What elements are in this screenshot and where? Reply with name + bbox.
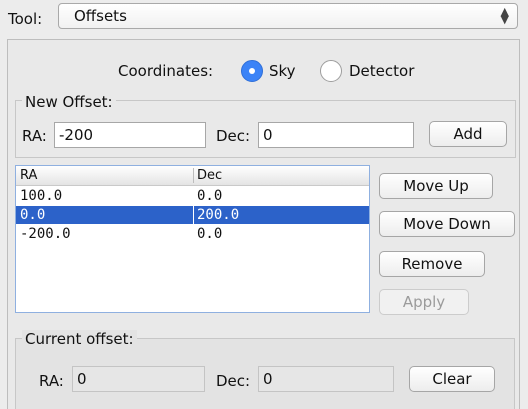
apply-button[interactable]: Apply bbox=[379, 289, 469, 315]
new-ra-label: RA: bbox=[22, 127, 47, 145]
tool-select-value: Offsets bbox=[74, 7, 127, 25]
current-ra-field: 0 bbox=[72, 366, 205, 392]
new-ra-input[interactable]: -200 bbox=[54, 122, 206, 148]
cell-separator bbox=[193, 206, 194, 224]
tool-select[interactable]: Offsets ▲ ▼ bbox=[58, 3, 518, 29]
column-header-dec[interactable]: Dec bbox=[197, 168, 222, 183]
move-up-button[interactable]: Move Up bbox=[379, 173, 493, 199]
table-header: RA Dec bbox=[16, 166, 369, 186]
current-offset-title: Current offset: bbox=[22, 330, 137, 348]
add-button[interactable]: Add bbox=[429, 121, 507, 147]
current-ra-label: RA: bbox=[39, 372, 64, 390]
radio-sky-label[interactable]: Sky bbox=[269, 62, 296, 80]
clear-button[interactable]: Clear bbox=[409, 366, 495, 392]
new-offset-title: New Offset: bbox=[22, 93, 116, 111]
column-separator[interactable] bbox=[193, 168, 194, 183]
current-dec-field: 0 bbox=[258, 366, 394, 392]
radio-detector-label[interactable]: Detector bbox=[349, 62, 414, 80]
column-header-ra[interactable]: RA bbox=[20, 168, 37, 183]
cell-dec: 200.0 bbox=[197, 207, 240, 223]
select-arrows-icon: ▲ ▼ bbox=[500, 5, 509, 26]
radio-sky[interactable] bbox=[241, 60, 263, 82]
new-dec-label: Dec: bbox=[216, 127, 251, 145]
cell-ra: 100.0 bbox=[20, 188, 63, 204]
cell-dec: 0.0 bbox=[197, 188, 223, 204]
table-row[interactable]: 100.0 0.0 bbox=[16, 187, 369, 205]
offsets-table[interactable]: RA Dec 100.0 0.0 0.0 200.0 -200.0 0.0 bbox=[15, 165, 370, 313]
table-row[interactable]: -200.0 0.0 bbox=[16, 225, 369, 243]
coordinates-label: Coordinates: bbox=[118, 62, 214, 80]
tool-label: Tool: bbox=[8, 10, 43, 28]
remove-button[interactable]: Remove bbox=[379, 251, 485, 277]
radio-detector[interactable] bbox=[320, 60, 342, 82]
cell-ra: 0.0 bbox=[20, 207, 46, 223]
move-down-button[interactable]: Move Down bbox=[379, 211, 515, 237]
new-dec-input[interactable]: 0 bbox=[258, 122, 414, 148]
cell-dec: 0.0 bbox=[197, 226, 223, 242]
current-dec-label: Dec: bbox=[216, 372, 251, 390]
cell-ra: -200.0 bbox=[20, 226, 71, 242]
table-row-selected[interactable]: 0.0 200.0 bbox=[16, 206, 369, 224]
